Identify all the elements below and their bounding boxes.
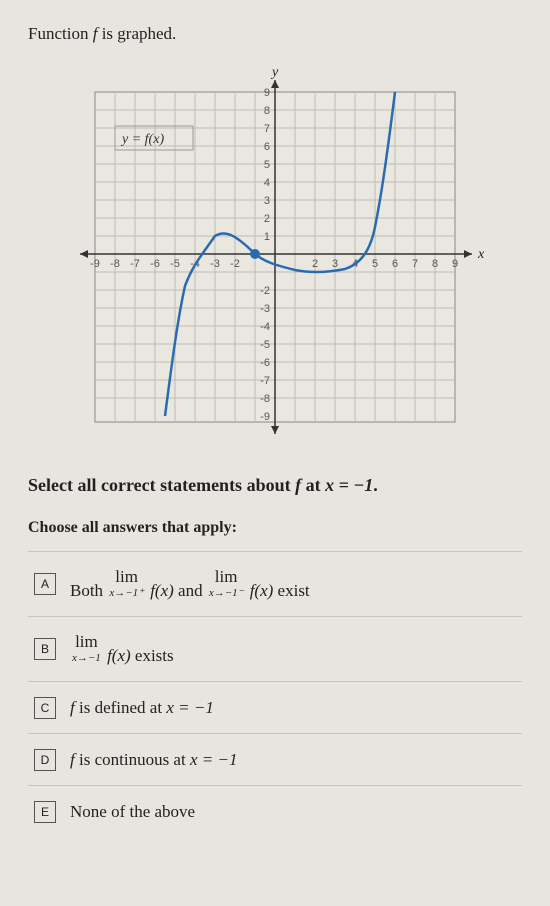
choice-b[interactable]: B limx→−1 f(x) exists — [28, 616, 522, 681]
choice-letter: D — [34, 749, 56, 771]
svg-text:9: 9 — [452, 258, 458, 270]
svg-text:-9: -9 — [260, 411, 270, 423]
svg-text:1: 1 — [264, 231, 270, 243]
svg-text:6: 6 — [264, 141, 270, 153]
svg-text:-2: -2 — [260, 285, 270, 297]
svg-text:3: 3 — [332, 258, 338, 270]
y-axis-label: y — [270, 65, 279, 80]
svg-text:-6: -6 — [150, 258, 160, 270]
svg-text:8: 8 — [432, 258, 438, 270]
choice-a-text: Both limx→−1⁺ f(x) and limx→−1⁻ f(x) exi… — [70, 566, 310, 602]
svg-text:-3: -3 — [210, 258, 220, 270]
svg-text:3: 3 — [264, 195, 270, 207]
prompt-suffix: is graphed. — [97, 24, 176, 43]
svg-text:7: 7 — [264, 123, 270, 135]
svg-text:-5: -5 — [260, 339, 270, 351]
choice-letter: E — [34, 801, 56, 823]
svg-text:-9: -9 — [90, 258, 100, 270]
choice-e-text: None of the above — [70, 801, 195, 823]
svg-text:-5: -5 — [170, 258, 180, 270]
prompt-text: Function f is graphed. — [28, 24, 522, 44]
question-text: Select all correct statements about f at… — [28, 472, 522, 499]
svg-text:2: 2 — [312, 258, 318, 270]
svg-text:6: 6 — [392, 258, 398, 270]
sub-instruction: Choose all answers that apply: — [28, 519, 522, 537]
function-graph: y x -9 -8 -7 -6 -5 -4 -3 -2 2 3 4 5 6 7 … — [60, 62, 490, 442]
svg-text:-7: -7 — [130, 258, 140, 270]
choice-a[interactable]: A Both limx→−1⁺ f(x) and limx→−1⁻ f(x) e… — [28, 551, 522, 616]
choice-c-text: f is defined at x = −1 — [70, 697, 214, 719]
choice-letter: B — [34, 638, 56, 660]
defined-point — [250, 249, 260, 259]
svg-text:-6: -6 — [260, 357, 270, 369]
svg-text:-7: -7 — [260, 375, 270, 387]
choice-e[interactable]: E None of the above — [28, 785, 522, 837]
svg-text:-4: -4 — [260, 321, 270, 333]
svg-text:8: 8 — [264, 105, 270, 117]
svg-text:4: 4 — [264, 177, 270, 189]
svg-text:5: 5 — [264, 159, 270, 171]
choice-letter: C — [34, 697, 56, 719]
svg-text:y = f(x): y = f(x) — [120, 132, 164, 147]
svg-text:-8: -8 — [260, 393, 270, 405]
choice-letter: A — [34, 573, 56, 595]
graph-container: y x -9 -8 -7 -6 -5 -4 -3 -2 2 3 4 5 6 7 … — [60, 62, 490, 442]
x-axis-label: x — [477, 247, 485, 262]
svg-text:5: 5 — [372, 258, 378, 270]
svg-text:7: 7 — [412, 258, 418, 270]
svg-text:9: 9 — [264, 87, 270, 99]
choice-d-text: f is continuous at x = −1 — [70, 749, 237, 771]
svg-text:2: 2 — [264, 213, 270, 225]
prompt-prefix: Function — [28, 24, 93, 43]
svg-text:-3: -3 — [260, 303, 270, 315]
svg-text:-2: -2 — [230, 258, 240, 270]
choice-d[interactable]: D f is continuous at x = −1 — [28, 733, 522, 785]
svg-text:-8: -8 — [110, 258, 120, 270]
choice-b-text: limx→−1 f(x) exists — [70, 631, 174, 667]
choice-c[interactable]: C f is defined at x = −1 — [28, 681, 522, 733]
